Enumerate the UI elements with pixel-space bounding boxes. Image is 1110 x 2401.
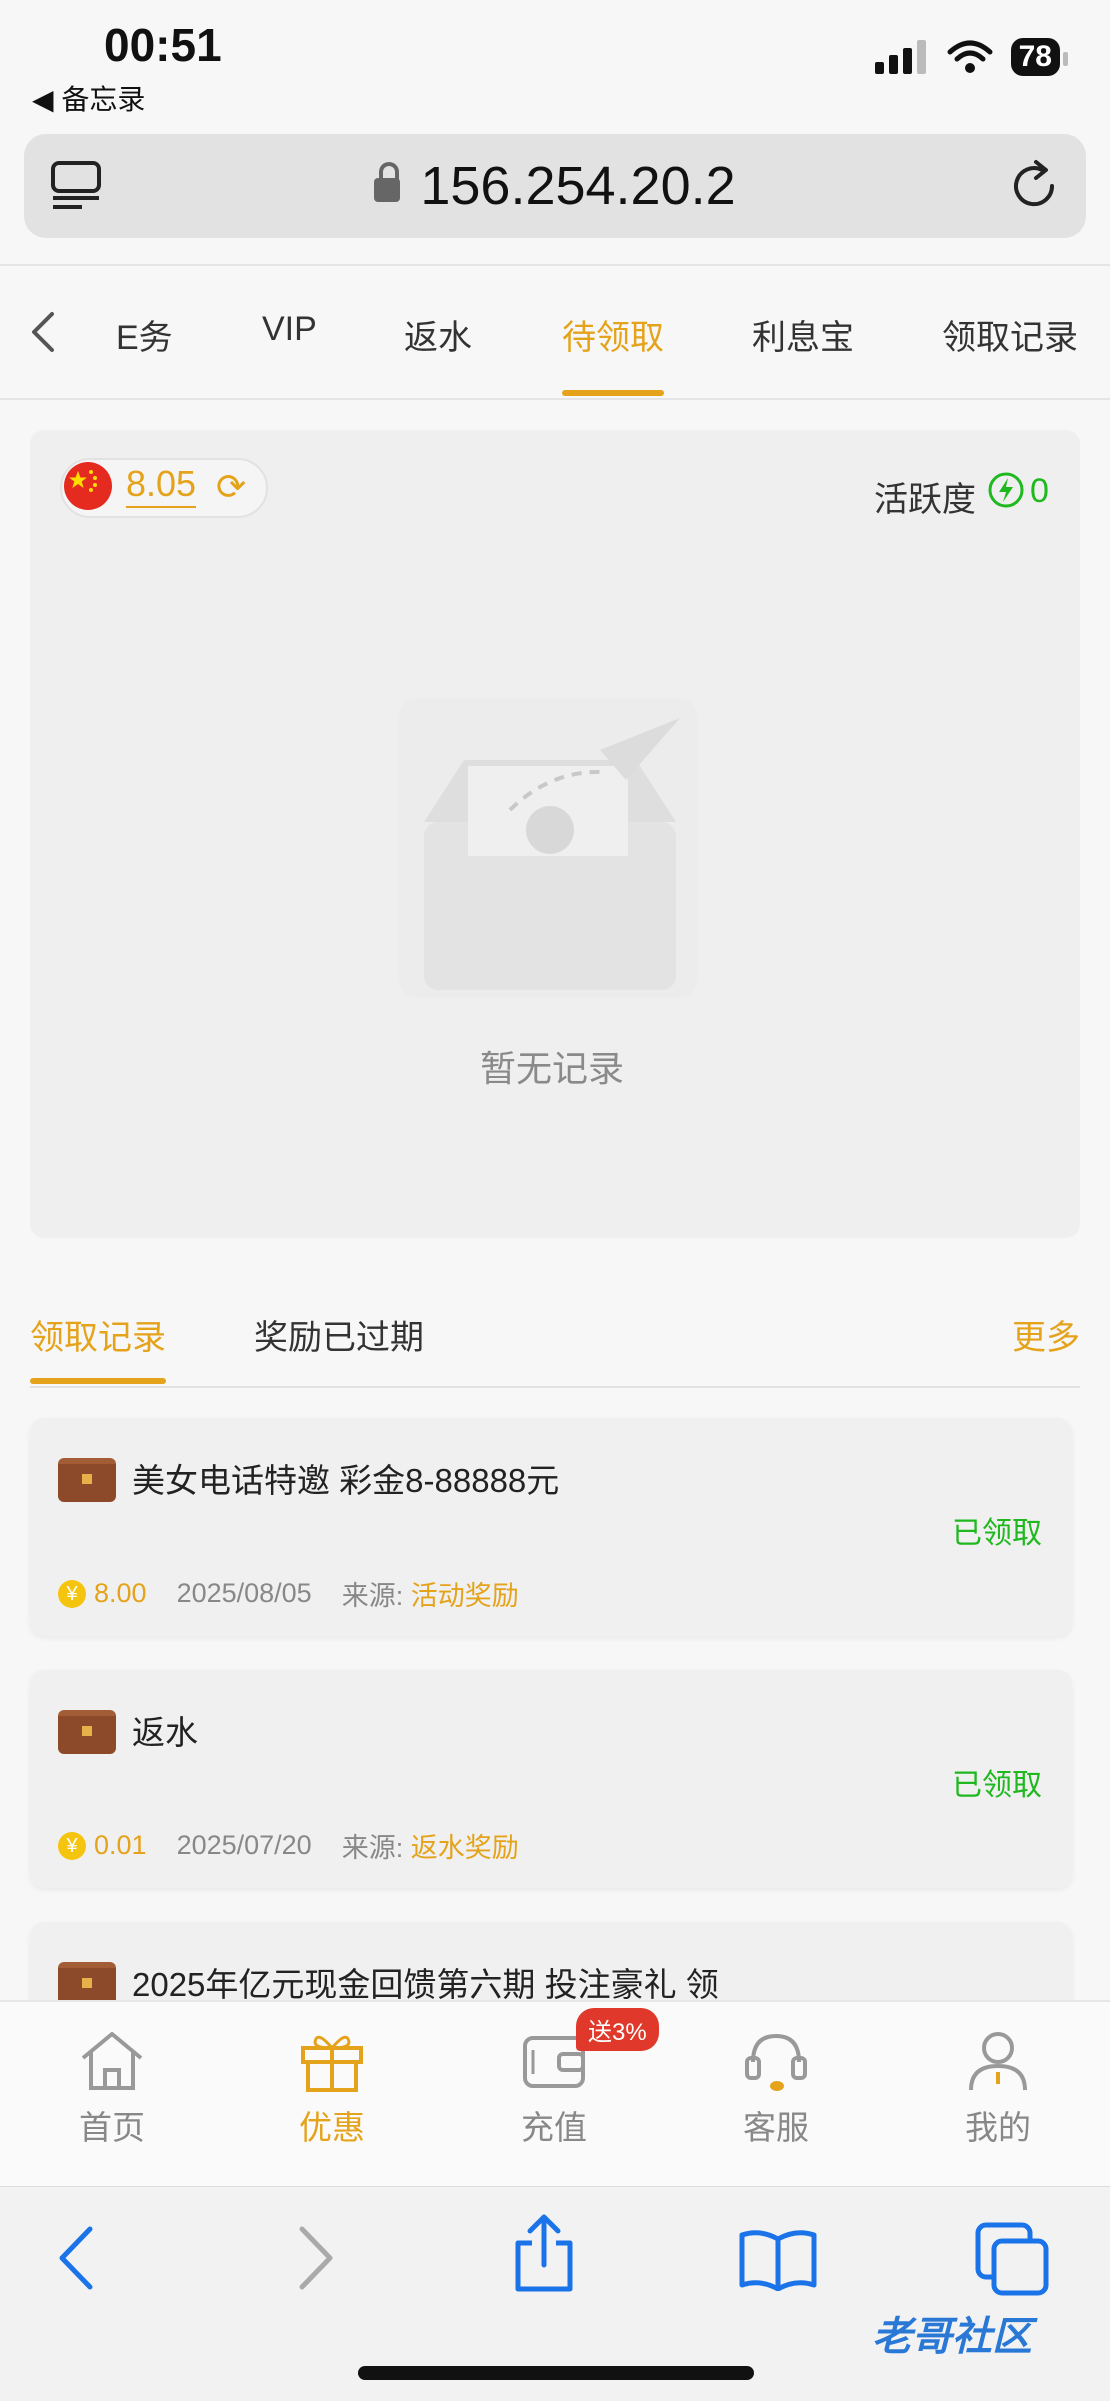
bookmarks-icon[interactable] <box>738 2227 818 2291</box>
record-source-value: 活动奖励 <box>410 1581 519 1611</box>
back-to-app-link[interactable]: ◀ 备忘录 <box>32 78 145 118</box>
refresh-balance-icon[interactable]: ⟳ <box>216 466 246 508</box>
record-source-label: 来源: <box>341 1581 404 1611</box>
yuan-coin-icon: ¥ <box>58 1579 86 1608</box>
tab-expired-rewards[interactable]: 奖励已过期 <box>254 1310 424 1359</box>
gift-icon <box>301 2035 363 2092</box>
lightning-icon <box>988 472 1024 508</box>
home-icon <box>81 2032 143 2090</box>
record-title: 2025年亿元现金回馈第六期 投注豪礼 领 <box>132 1966 719 2003</box>
reload-icon[interactable] <box>1006 158 1062 214</box>
china-flag-icon <box>64 462 112 510</box>
tab-vip[interactable]: VIP <box>262 310 317 349</box>
wifi-icon <box>947 40 993 73</box>
battery-indicator: 78 <box>1010 38 1069 76</box>
treasure-chest-icon <box>58 1710 116 1754</box>
nav-mine[interactable]: 我的 <box>928 2028 1068 2149</box>
watermark-logo: 老哥社区 <box>872 2315 1032 2359</box>
home-indicator <box>358 2366 754 2380</box>
status-time: 00:51 <box>104 19 222 71</box>
record-status: 已领取 <box>952 1769 1042 1802</box>
record-source: 来源: 活动奖励 <box>342 1574 519 1613</box>
record-status: 已领取 <box>952 1517 1042 1550</box>
record-amount-value: 8.00 <box>94 1578 147 1608</box>
tab-claim-records[interactable]: 领取记录 <box>942 310 1078 359</box>
tab-rebate[interactable]: 返水 <box>404 310 472 359</box>
record-meta: ¥0.01 2025/07/20 来源: 返水奖励 <box>58 1826 519 1865</box>
record-amount-value: 0.01 <box>94 1830 147 1860</box>
record-item[interactable]: 返水 已领取 ¥0.01 2025/07/20 来源: 返水奖励 <box>30 1670 1072 1888</box>
record-amount: ¥8.00 <box>58 1578 147 1609</box>
nav-recharge-label: 充值 <box>521 2109 587 2146</box>
chevron-left-icon[interactable] <box>30 310 56 354</box>
record-amount: ¥0.01 <box>58 1830 147 1861</box>
record-title: 美女电话特邀 彩金8-88888元 <box>132 1462 560 1499</box>
nav-home[interactable]: 首页 <box>42 2028 182 2149</box>
nav-service-label: 客服 <box>743 2109 809 2146</box>
treasure-chest-icon <box>58 1458 116 1502</box>
nav-mine-label: 我的 <box>965 2109 1031 2146</box>
record-meta: ¥8.00 2025/08/05 来源: 活动奖励 <box>58 1574 519 1613</box>
url-bar[interactable]: 156.254.20.2 <box>24 134 1086 238</box>
top-tab-bar: E务 VIP 返水 待领取 利息宝 领取记录 <box>0 264 1110 400</box>
share-icon[interactable] <box>512 2213 576 2293</box>
url-text: 156.254.20.2 <box>420 156 736 216</box>
tab-pending[interactable]: 待领取 <box>562 310 664 359</box>
tabs-icon[interactable] <box>974 2221 1050 2297</box>
back-arrow-icon[interactable] <box>56 2223 96 2293</box>
nav-service[interactable]: 客服 <box>706 2028 846 2149</box>
records-tab-indicator <box>30 1378 166 1384</box>
tab-interest[interactable]: 利息宝 <box>752 310 854 359</box>
signal-icon <box>874 40 926 74</box>
forward-arrow-icon[interactable] <box>296 2223 336 2293</box>
record-source: 来源: 返水奖励 <box>342 1826 519 1865</box>
record-item[interactable]: 美女电话特邀 彩金8-88888元 已领取 ¥8.00 2025/08/05 来… <box>30 1418 1072 1636</box>
nav-home-label: 首页 <box>79 2109 145 2146</box>
activity-label: 活跃度 <box>874 481 976 519</box>
empty-box-illustration <box>398 698 698 998</box>
activity-value: 0 <box>1030 472 1049 510</box>
balance-amount: 8.05 <box>126 462 197 508</box>
records-tab-bar: 领取记录 奖励已过期 更多 <box>30 1310 1080 1388</box>
url-display[interactable]: 156.254.20.2 <box>24 134 1086 238</box>
recharge-bonus-badge: 送3% <box>576 2008 659 2051</box>
active-tab-indicator <box>562 390 664 396</box>
bottom-nav: 首页 优惠 充值 客服 我的 <box>0 2000 1110 2188</box>
tab-claim-records-list[interactable]: 领取记录 <box>30 1310 166 1359</box>
headset-icon <box>745 2033 807 2091</box>
nav-promo-label: 优惠 <box>299 2109 365 2146</box>
nav-promo[interactable]: 优惠 <box>262 2028 402 2149</box>
more-link[interactable]: 更多 <box>1012 1310 1080 1359</box>
record-title: 返水 <box>132 1714 198 1751</box>
status-icons: 78 <box>874 38 1069 76</box>
record-source-value: 返水奖励 <box>410 1833 519 1863</box>
lock-icon <box>374 162 401 202</box>
record-date: 2025/08/05 <box>176 1578 312 1608</box>
record-date: 2025/07/20 <box>176 1830 312 1860</box>
empty-state-text: 暂无记录 <box>480 1048 625 1089</box>
user-icon <box>969 2032 1027 2091</box>
yuan-coin-icon: ¥ <box>58 1831 86 1860</box>
record-source-label: 来源: <box>341 1833 404 1863</box>
tab-tasks[interactable]: E务 <box>116 310 173 359</box>
